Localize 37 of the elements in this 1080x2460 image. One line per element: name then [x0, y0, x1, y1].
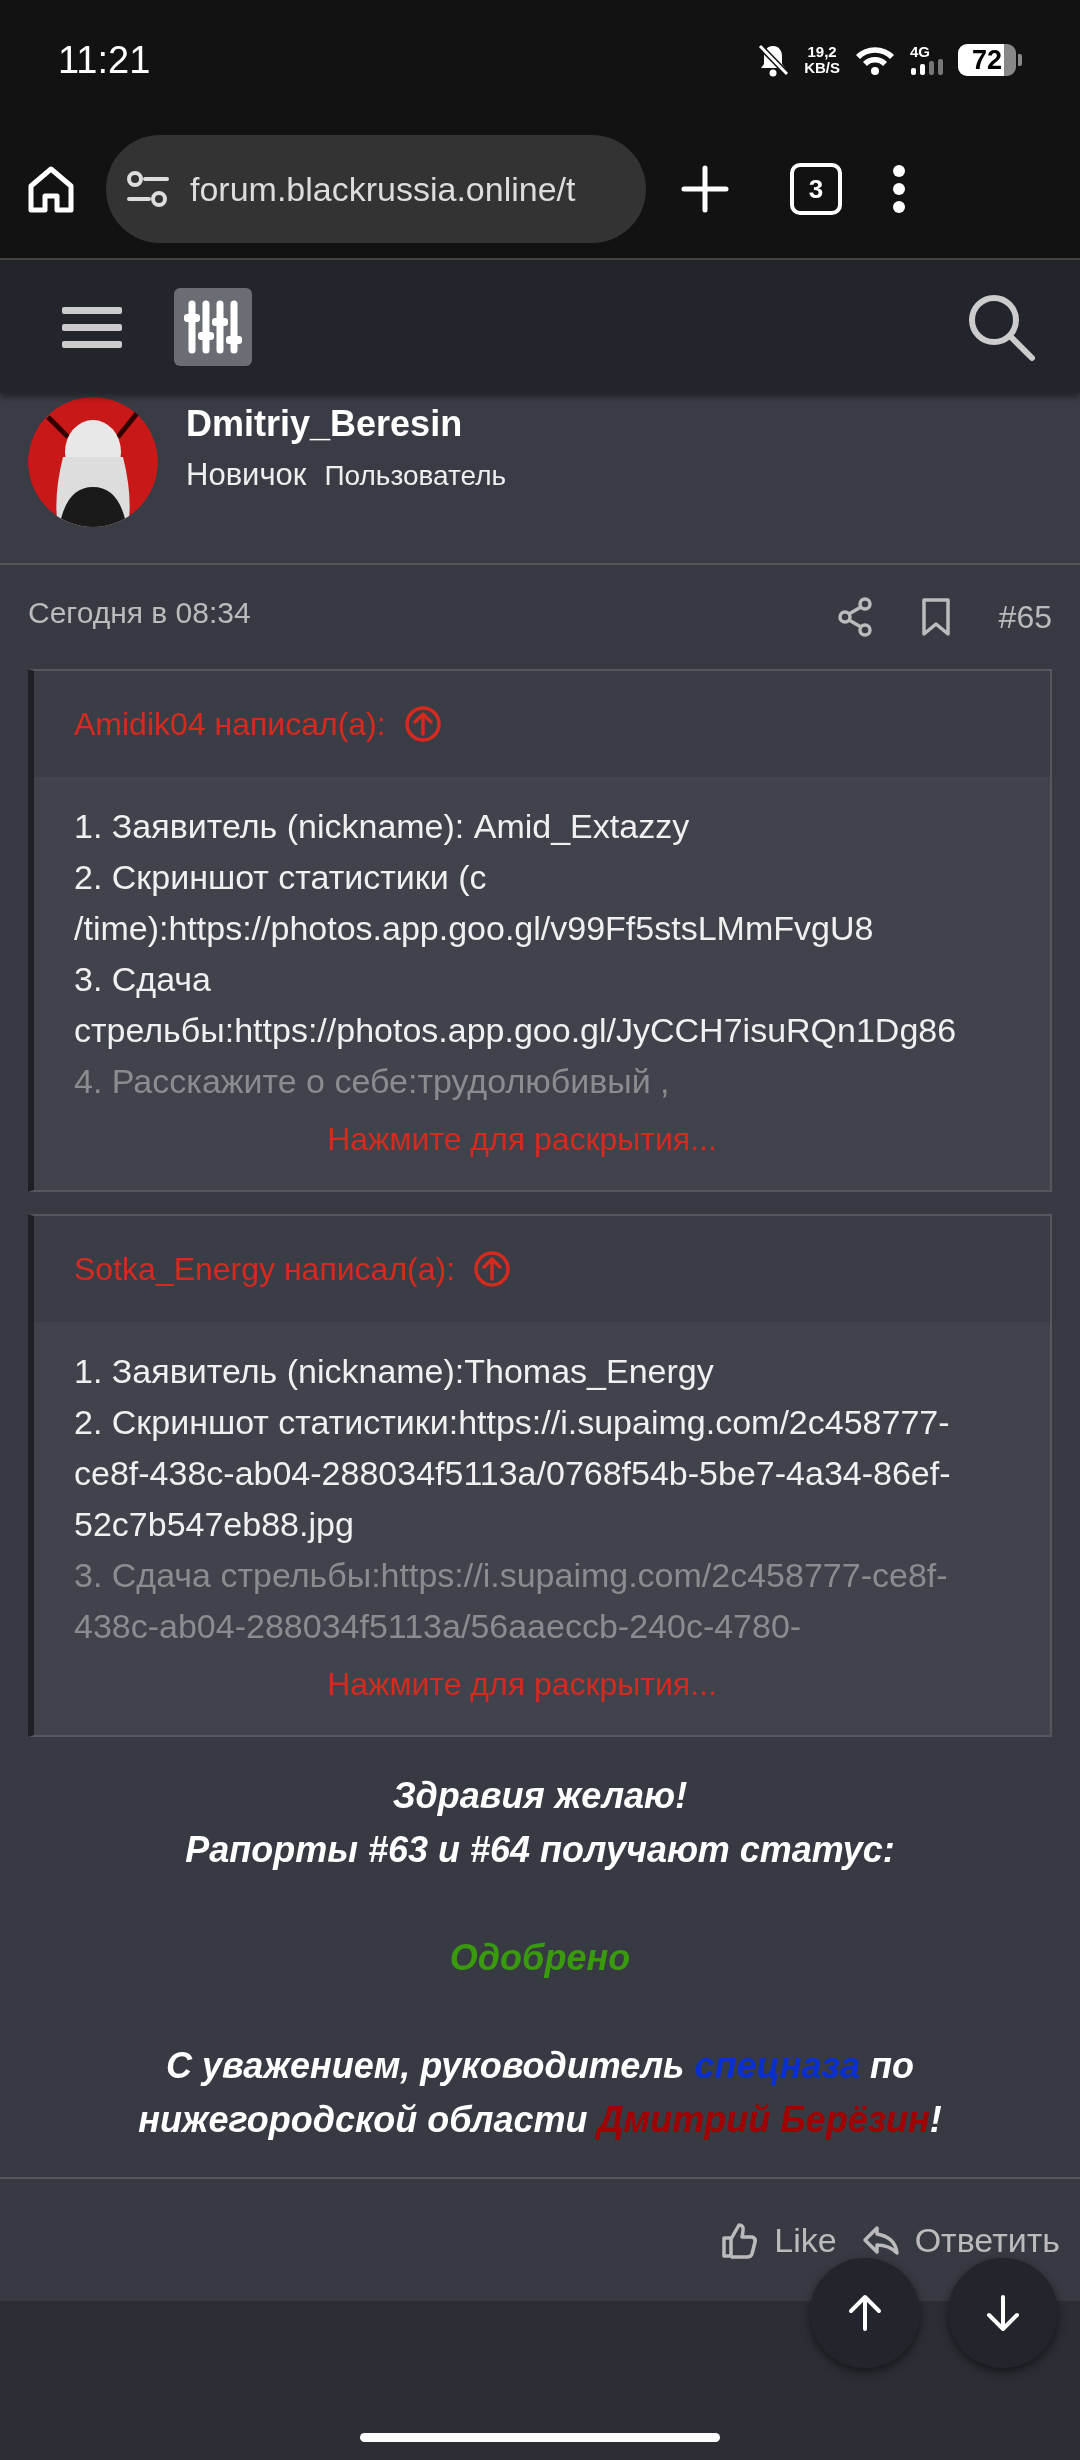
sliders-icon[interactable] — [174, 287, 252, 366]
home-icon[interactable] — [26, 164, 76, 214]
tune-icon[interactable] — [126, 169, 170, 209]
gesture-handle[interactable] — [360, 2433, 720, 2442]
address-bar[interactable]: forum.blackrussia.online/t — [106, 135, 646, 243]
post-number-link[interactable]: #65 — [998, 598, 1052, 636]
plus-icon[interactable] — [680, 164, 730, 214]
message-text: Одобрено — [448, 1936, 632, 1980]
like-button[interactable]: Like — [720, 2220, 837, 2260]
quote-line: 2. Скриншот статистики:https://i.supaimg.com/2c458777-ce8f-438c-ab04-288034f5113a/0768f54b-5be7-4a34-86ef-52c7b547eb88.jpg — [74, 1402, 952, 1545]
quote-line: 2. Скриншот статистики (с /time):https://photos.app.goo.gl/v99Ff5stsLMmFvgU8 — [74, 857, 875, 949]
tab-count-button[interactable]: 3 — [790, 163, 842, 215]
clock-time: 11:21 — [58, 38, 152, 82]
message-text: Рапорты #63 и #64 получают статус: — [184, 1828, 896, 1872]
quote-line: 4. Расскажите о себе:трудолюбивый , — [74, 1061, 671, 1102]
message-text: Здравия желаю! — [391, 1774, 689, 1818]
network-speed: 19,2 — [807, 44, 837, 60]
wifi-icon — [854, 44, 896, 76]
bell-off-icon — [756, 42, 791, 78]
user-rank: Новичок — [186, 457, 307, 493]
message-text: С уважением, руководитель спецназа по нижегородской области Дмитрий Берёзин! — [137, 2044, 943, 2142]
signal-icon — [910, 59, 944, 75]
quote-line: 1. Заявитель (nickname): Amid_Extazzy — [74, 806, 691, 847]
username-link[interactable]: Dmitriy_Beresin — [186, 399, 507, 449]
post-date[interactable]: Сегодня в 08:34 — [28, 596, 789, 630]
bookmark-icon[interactable] — [920, 597, 951, 637]
user-role: Пользователь — [324, 460, 507, 492]
share-icon[interactable] — [836, 597, 873, 637]
battery-indicator: 72 — [958, 44, 1022, 76]
quote-line: 3. Сдача стрельбы:https://i.supaimg.com/2c458777-ce8f-438c-ab04-288034f5113a/56aaeccb-240c-4780- — [74, 1555, 949, 1647]
reply-button[interactable]: Ответить — [860, 2220, 1060, 2260]
more-icon[interactable] — [892, 165, 906, 213]
quote-line: 3. Сдача стрельбы:https://photos.app.goo.gl/JyCCH7isuRQn1Dg86 — [74, 959, 958, 1051]
network-type: 4G — [910, 45, 930, 59]
avatar[interactable] — [28, 397, 158, 527]
quote-line: 1. Заявитель (nickname):Thomas_Energy — [74, 1351, 715, 1392]
speed-unit: KB/S — [804, 60, 840, 76]
